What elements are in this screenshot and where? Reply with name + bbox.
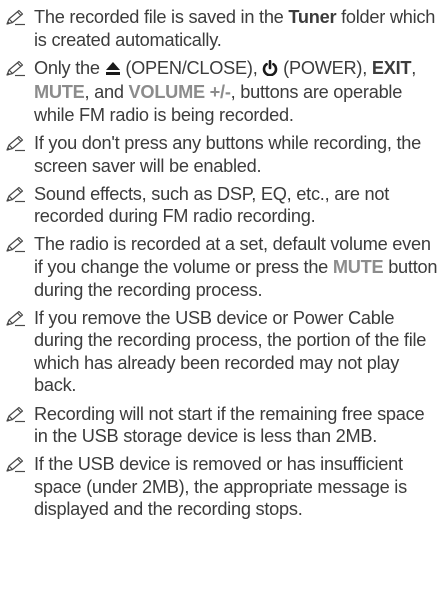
note-2-text-5: , and [84, 82, 129, 103]
note-item: Only the (OPEN/CLOSE), (POWER), EXIT, MU… [4, 57, 438, 127]
note-item: If the USB device is removed or has insu… [4, 453, 438, 521]
note-pencil-icon [5, 456, 27, 473]
note-pencil-icon [5, 135, 27, 152]
note-2-volume-label: VOLUME +/- [128, 82, 231, 103]
note-1-tuner-label: Tuner [288, 7, 337, 27]
note-2-text-2: (OPEN/CLOSE), [120, 57, 263, 78]
note-2-text-3: (POWER), [278, 57, 372, 78]
note-6-text: If you remove the USB device or Power Ca… [34, 307, 427, 396]
note-item: Recording will not start if the remainin… [4, 403, 438, 448]
note-2-mute-label: MUTE [34, 82, 85, 103]
note-7-text: Recording will not start if the remainin… [34, 403, 425, 447]
eject-icon [105, 59, 121, 82]
note-1-text-before: The recorded file is saved in the [34, 7, 289, 27]
note-5-mute-label: MUTE [332, 256, 384, 277]
note-2-exit-label: EXIT [371, 57, 412, 78]
document-page: The recorded file is saved in the Tuner … [0, 0, 448, 589]
note-pencil-icon [5, 236, 27, 253]
note-2-text-4: , [411, 57, 417, 78]
notes-list: The recorded file is saved in the Tuner … [4, 6, 438, 521]
note-4-text: Sound effects, such as DSP, EQ, etc., ar… [34, 183, 390, 227]
power-icon [262, 59, 278, 82]
note-pencil-icon [5, 186, 27, 203]
note-pencil-icon [5, 9, 27, 26]
note-item: If you don't press any buttons while rec… [4, 132, 438, 177]
note-8-text: If the USB device is removed or has insu… [34, 454, 407, 520]
note-2-text-1: Only the [34, 57, 105, 78]
note-pencil-icon [5, 60, 27, 77]
note-item: The radio is recorded at a set, default … [4, 233, 438, 301]
note-item: Sound effects, such as DSP, EQ, etc., ar… [4, 183, 438, 228]
note-item: If you remove the USB device or Power Ca… [4, 307, 438, 397]
note-item: The recorded file is saved in the Tuner … [4, 6, 438, 51]
note-pencil-icon [5, 406, 27, 423]
note-pencil-icon [5, 310, 27, 327]
note-3-text: If you don't press any buttons while rec… [34, 132, 422, 176]
